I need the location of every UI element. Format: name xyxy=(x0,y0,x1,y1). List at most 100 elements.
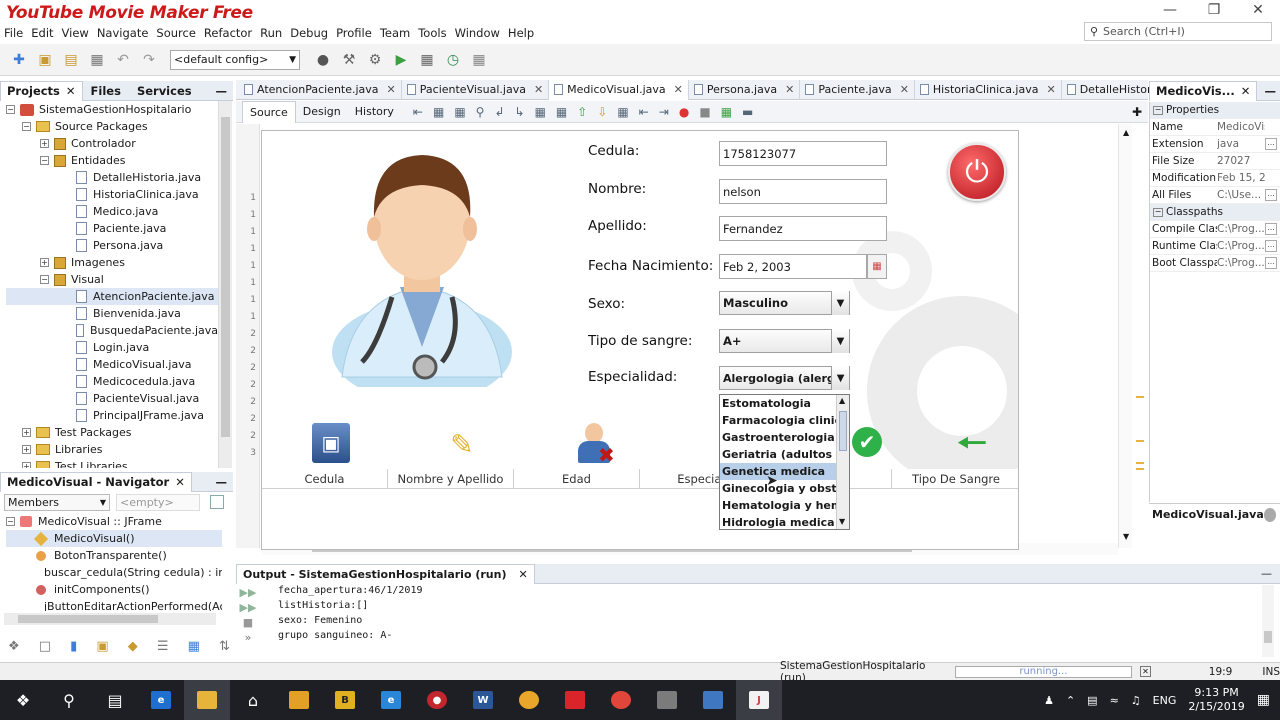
tab-files[interactable]: Files xyxy=(83,81,129,101)
wifi-icon[interactable]: ≈ xyxy=(1110,694,1119,707)
save-button[interactable]: ▣ xyxy=(312,423,350,463)
stop-icon[interactable]: ■ xyxy=(238,615,258,630)
prop-row[interactable]: Runtime ClassC:\Prog...… xyxy=(1150,238,1280,255)
sort-alpha-icon[interactable]: ⇅ xyxy=(219,639,230,654)
sangre-combo[interactable]: A+ ▼ xyxy=(719,329,850,353)
scroll-thumb[interactable] xyxy=(839,411,847,451)
editor-tab[interactable]: Persona.java ✕ xyxy=(689,79,801,100)
menu-tools[interactable]: Tools xyxy=(414,26,450,40)
menu-refactor[interactable]: Refactor xyxy=(200,26,256,40)
menu-view[interactable]: View xyxy=(58,26,93,40)
nav-item-constructor[interactable]: MedicoVisual() xyxy=(6,530,222,547)
chevron-down-icon[interactable]: ▼ xyxy=(831,366,849,390)
minimize-panel-icon[interactable]: — xyxy=(216,475,234,489)
prop-row[interactable]: Modification TiFeb 15, 2... xyxy=(1150,170,1280,187)
close-icon[interactable]: ✕ xyxy=(785,83,794,96)
navigator-h-scrollbar[interactable] xyxy=(4,613,216,625)
windows-start-icon[interactable]: ❖ xyxy=(0,680,46,720)
open-project-icon[interactable]: ▤ xyxy=(60,49,82,71)
expand-icon[interactable]: + xyxy=(40,139,49,148)
tree-file[interactable]: Paciente.java xyxy=(6,220,218,237)
scroll-down-icon[interactable]: ▼ xyxy=(839,517,845,526)
home-icon[interactable]: ⌂ xyxy=(230,680,276,720)
tree-file[interactable]: PrincipalJFrame.java xyxy=(6,407,218,424)
tree-root[interactable]: − SistemaGestionHospitalario xyxy=(6,101,218,118)
clean-build-icon[interactable]: ⚙ xyxy=(364,49,386,71)
col-cedula[interactable]: Cedula xyxy=(262,468,388,489)
expand-icon[interactable]: + xyxy=(22,462,31,468)
forward-icon[interactable]: ▦ xyxy=(433,105,444,119)
language[interactable]: ENG xyxy=(1153,694,1177,707)
help-icon[interactable] xyxy=(1263,507,1276,522)
close-icon[interactable]: ✕ xyxy=(674,83,683,96)
store-icon[interactable] xyxy=(276,680,322,720)
square-icon[interactable]: □ xyxy=(39,639,51,654)
collapse-icon[interactable]: − xyxy=(40,275,49,284)
java-app-icon[interactable]: J xyxy=(736,680,782,720)
tree-file[interactable]: Medico.java xyxy=(6,203,218,220)
close-icon[interactable]: ✕ xyxy=(387,83,396,96)
minimize-button[interactable]: — xyxy=(1148,2,1192,20)
undo-icon[interactable]: ↶ xyxy=(112,49,134,71)
close-icon[interactable]: ✕ xyxy=(175,475,185,489)
section-properties[interactable]: − Properties xyxy=(1150,102,1280,119)
prop-row[interactable]: Boot ClasspatlC:\Prog...… xyxy=(1150,255,1280,272)
dropdown-option[interactable]: Gastroenterologia (tra xyxy=(720,429,836,446)
output-console[interactable]: fecha_apertura:46/1/2019 listHistoria:[]… xyxy=(262,583,1252,659)
close-icon[interactable]: ✕ xyxy=(1046,83,1055,96)
scroll-up-icon[interactable]: ▲ xyxy=(839,396,845,405)
menu-team[interactable]: Team xyxy=(376,26,414,40)
last-edit-icon[interactable]: ▦ xyxy=(454,105,465,119)
tree-libraries[interactable]: + Libraries xyxy=(6,441,218,458)
prop-row[interactable]: Compile ClasspC:\Prog...… xyxy=(1150,221,1280,238)
chrome-icon[interactable] xyxy=(506,680,552,720)
scroll-up-icon[interactable]: ▲ xyxy=(1123,128,1129,137)
editor-tab[interactable]: PacienteVisual.java ✕ xyxy=(402,79,550,100)
scroll-down-icon[interactable]: ▼ xyxy=(1123,532,1129,541)
close-icon[interactable]: ✕ xyxy=(518,568,527,581)
collapse-icon[interactable]: − xyxy=(40,156,49,165)
cancel-icon[interactable]: ✕ xyxy=(1140,666,1151,677)
new-file-icon[interactable]: ✚ xyxy=(8,49,30,71)
clear-button[interactable]: ✎ xyxy=(440,423,484,465)
collapse-icon[interactable]: − xyxy=(22,122,31,131)
ellipsis-button[interactable]: … xyxy=(1265,223,1277,235)
chevron-down-icon[interactable]: ▼ xyxy=(831,291,849,315)
sexo-combo[interactable]: Masculino ▼ xyxy=(719,291,850,315)
col-nombre[interactable]: Nombre y Apellido xyxy=(388,468,514,489)
dropdown-option[interactable]: Geriatria (adultos may xyxy=(720,446,836,463)
output-scrollbar[interactable] xyxy=(1262,585,1274,657)
tab-output[interactable]: Output - SistemaGestionHospitalario (run… xyxy=(236,563,535,584)
prop-row[interactable]: Extension java… xyxy=(1150,136,1280,153)
filter-members-icon[interactable]: ▦ xyxy=(188,639,200,654)
tree-file[interactable]: HistoriaClinica.java xyxy=(6,186,218,203)
power-button[interactable]: ⏻ xyxy=(948,143,1006,201)
tree-test-libraries[interactable]: + Test Libraries xyxy=(6,458,218,468)
app-red-icon[interactable]: ● xyxy=(414,680,460,720)
nav-item-class[interactable]: − MedicoVisual :: JFrame xyxy=(6,513,222,530)
tree-source-packages[interactable]: − Source Packages xyxy=(6,118,218,135)
projects-scrollbar[interactable] xyxy=(218,101,232,468)
menu-help[interactable]: Help xyxy=(504,26,538,40)
bookmark-next-icon[interactable]: ⇩ xyxy=(597,105,607,119)
redo-icon[interactable]: ↷ xyxy=(138,49,160,71)
ellipsis-button[interactable]: … xyxy=(1265,257,1277,269)
collapse-icon[interactable]: − xyxy=(6,517,15,526)
chevron-up-icon[interactable]: ⌃ xyxy=(1066,694,1075,707)
screenshot-icon[interactable]: ▦ xyxy=(468,49,490,71)
dropdown-scrollbar[interactable]: ▲ ▼ xyxy=(836,395,849,529)
delete-user-button[interactable]: ✖ xyxy=(574,421,616,467)
ellipsis-button[interactable]: … xyxy=(1265,138,1277,150)
section-classpaths[interactable]: − Classpaths xyxy=(1150,204,1280,221)
tab-projects[interactable]: Projects ✕ xyxy=(0,80,83,101)
close-icon[interactable]: ✕ xyxy=(66,84,76,98)
ellipsis-button[interactable]: … xyxy=(1265,240,1277,252)
editor-scrollbar[interactable]: ▲ ▼ xyxy=(1118,124,1132,548)
scroll-thumb[interactable] xyxy=(18,615,158,623)
bookmark-prev-icon[interactable]: ⇧ xyxy=(577,105,587,119)
ie-icon[interactable]: e xyxy=(368,680,414,720)
dropdown-option[interactable]: Farmacologia clinica xyxy=(720,412,836,429)
editor-tab[interactable]: Paciente.java ✕ xyxy=(800,79,915,100)
tree-file[interactable]: MedicoVisual.java xyxy=(6,356,218,373)
progress-bar[interactable]: running... xyxy=(954,665,1133,678)
